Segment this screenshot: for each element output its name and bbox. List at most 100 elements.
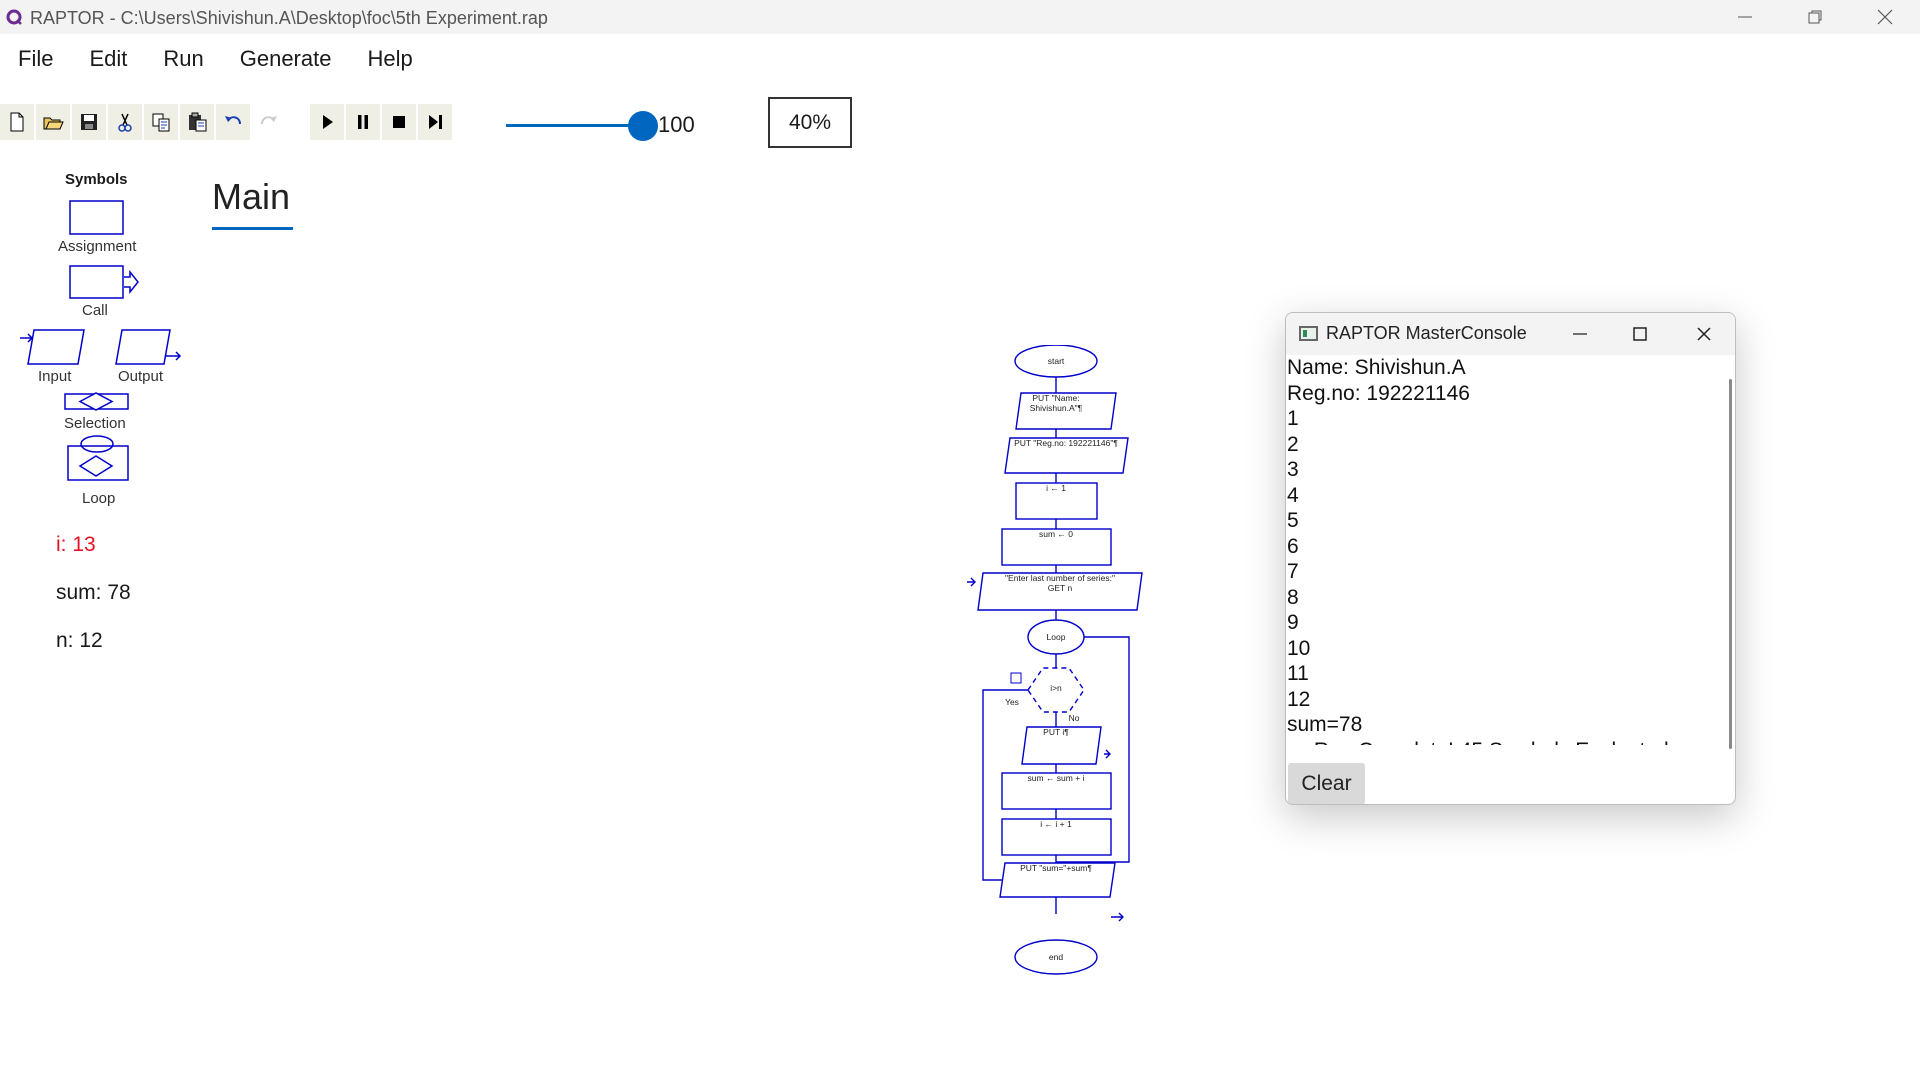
output-symbol[interactable]	[112, 326, 184, 368]
speed-slider-thumb[interactable]	[628, 111, 658, 141]
flowchart-canvas: start PUT "Name: Shivishun.A"¶ PUT "Reg.…	[967, 345, 1143, 975]
raptor-app-icon	[6, 9, 22, 25]
variable-n: n: 12	[56, 629, 103, 652]
console-app-icon	[1299, 326, 1318, 341]
console-line: 6	[1287, 534, 1299, 558]
selection-label: Selection	[64, 415, 126, 432]
console-line: 9	[1287, 611, 1299, 634]
window-title: RAPTOR - C:\Users\Shivishun.A\Desktop\fo…	[30, 8, 548, 28]
loop-symbol[interactable]	[62, 434, 132, 486]
call-symbol[interactable]	[68, 264, 142, 302]
fc-no-label: No	[1069, 713, 1080, 723]
fc-put-sum-text: PUT "sum="+sum¶	[1020, 863, 1092, 873]
fc-condition-text: i>n	[1050, 683, 1062, 693]
restore-icon	[1808, 10, 1822, 24]
console-line: sum=78	[1287, 713, 1363, 736]
step-button[interactable]	[418, 104, 452, 140]
menu-file[interactable]: File	[0, 42, 71, 76]
close-icon	[1877, 9, 1893, 25]
speed-slider[interactable]	[506, 110, 658, 142]
console-line: 8	[1287, 585, 1299, 609]
menu-generate[interactable]: Generate	[222, 42, 350, 76]
tab-main[interactable]: Main	[212, 176, 290, 218]
loop-label: Loop	[82, 490, 116, 507]
toolbar	[0, 104, 454, 140]
maximize-icon	[1633, 327, 1647, 341]
raptor-app: RAPTOR - C:\Users\Shivishun.A\Desktop\fo…	[0, 0, 1920, 1080]
console-output[interactable]: Name: Shivishun.A Reg.no: 192221146 1 2 3 4 5 6…	[1287, 355, 1722, 745]
fc-i-update-text: i ← i + 1	[1040, 819, 1072, 829]
fc-input-text2: GET n	[1048, 583, 1073, 593]
minimize-icon	[1573, 333, 1587, 335]
console-line: 1	[1287, 407, 1299, 430]
selection-symbol[interactable]	[62, 390, 132, 414]
console-line: 11	[1287, 662, 1309, 685]
copy-icon	[152, 113, 170, 132]
assignment-label: Assignment	[58, 238, 137, 255]
stop-icon	[393, 116, 405, 128]
zoom-level-box[interactable]: 40%	[768, 97, 852, 148]
new-file-button[interactable]	[0, 104, 34, 140]
console-minimize-button[interactable]	[1550, 313, 1610, 355]
pause-icon	[358, 115, 368, 129]
save-icon	[81, 114, 97, 130]
symbols-title: Symbols	[65, 171, 128, 188]
fc-collapse-toggle[interactable]	[1010, 672, 1022, 684]
speed-slider-track	[506, 124, 642, 127]
console-line: 4	[1287, 483, 1299, 507]
minimize-button[interactable]	[1710, 0, 1780, 34]
output-label: Output	[118, 368, 164, 385]
console-title: RAPTOR MasterConsole	[1326, 323, 1527, 343]
open-button[interactable]	[36, 104, 70, 140]
console-line: Name: Shivishun.A	[1287, 356, 1466, 379]
redo-button[interactable]	[252, 104, 286, 140]
menu-run[interactable]: Run	[145, 42, 221, 76]
paste-button[interactable]	[180, 104, 214, 140]
fc-start-text: start	[1048, 356, 1065, 366]
stop-button[interactable]	[382, 104, 416, 140]
console-line: --- Run Complete! 45 Symbols Evaluated -…	[1287, 738, 1722, 746]
master-console-window: RAPTOR MasterConsole Name: Shivishun.A Re…	[1285, 312, 1736, 805]
fc-input-text1: "Enter last number of series:"	[1005, 573, 1115, 583]
speed-value: 100	[658, 112, 695, 137]
paste-icon	[189, 112, 207, 132]
cut-button[interactable]	[108, 104, 142, 140]
console-line: 2	[1287, 432, 1299, 456]
open-folder-icon	[43, 117, 64, 130]
restore-button[interactable]	[1780, 0, 1850, 34]
undo-button[interactable]	[216, 104, 250, 140]
step-icon	[429, 115, 442, 129]
fc-loop-text: Loop	[1047, 632, 1066, 642]
close-icon	[1697, 327, 1711, 341]
fc-put-name-line1: PUT "Name:	[1032, 393, 1079, 403]
input-label: Input	[38, 368, 72, 385]
minimize-icon	[1738, 16, 1752, 18]
menu-help[interactable]: Help	[349, 42, 430, 76]
copy-button[interactable]	[144, 104, 178, 140]
console-scrollbar[interactable]	[1729, 379, 1732, 749]
close-button[interactable]	[1850, 0, 1920, 34]
fc-put-name-line2: Shivishun.A"¶	[1030, 403, 1083, 413]
tab-main-underline	[212, 227, 293, 230]
variable-i: i: 13	[56, 533, 96, 556]
console-line: 7	[1287, 560, 1299, 583]
console-close-button[interactable]	[1674, 313, 1734, 355]
play-icon	[323, 115, 333, 129]
console-title-bar: RAPTOR MasterConsole	[1286, 313, 1735, 355]
fc-put-reg-text: PUT "Reg.no: 192221146"¶	[1014, 438, 1118, 448]
fc-put-i-text: PUT i¶	[1043, 727, 1069, 737]
clear-button[interactable]: Clear	[1288, 763, 1365, 804]
input-symbol[interactable]	[20, 326, 88, 368]
call-label: Call	[82, 302, 108, 319]
fc-end-text: end	[1049, 952, 1063, 962]
cut-icon	[118, 113, 132, 132]
fc-assign-i-text: i ← 1	[1046, 483, 1066, 493]
assignment-symbol[interactable]	[68, 199, 126, 237]
menu-edit[interactable]: Edit	[71, 42, 145, 76]
variable-sum: sum: 78	[56, 581, 131, 604]
save-button[interactable]	[72, 104, 106, 140]
pause-button[interactable]	[346, 104, 380, 140]
console-line: Reg.no: 192221146	[1287, 381, 1470, 405]
run-button[interactable]	[310, 104, 344, 140]
console-maximize-button[interactable]	[1610, 313, 1670, 355]
